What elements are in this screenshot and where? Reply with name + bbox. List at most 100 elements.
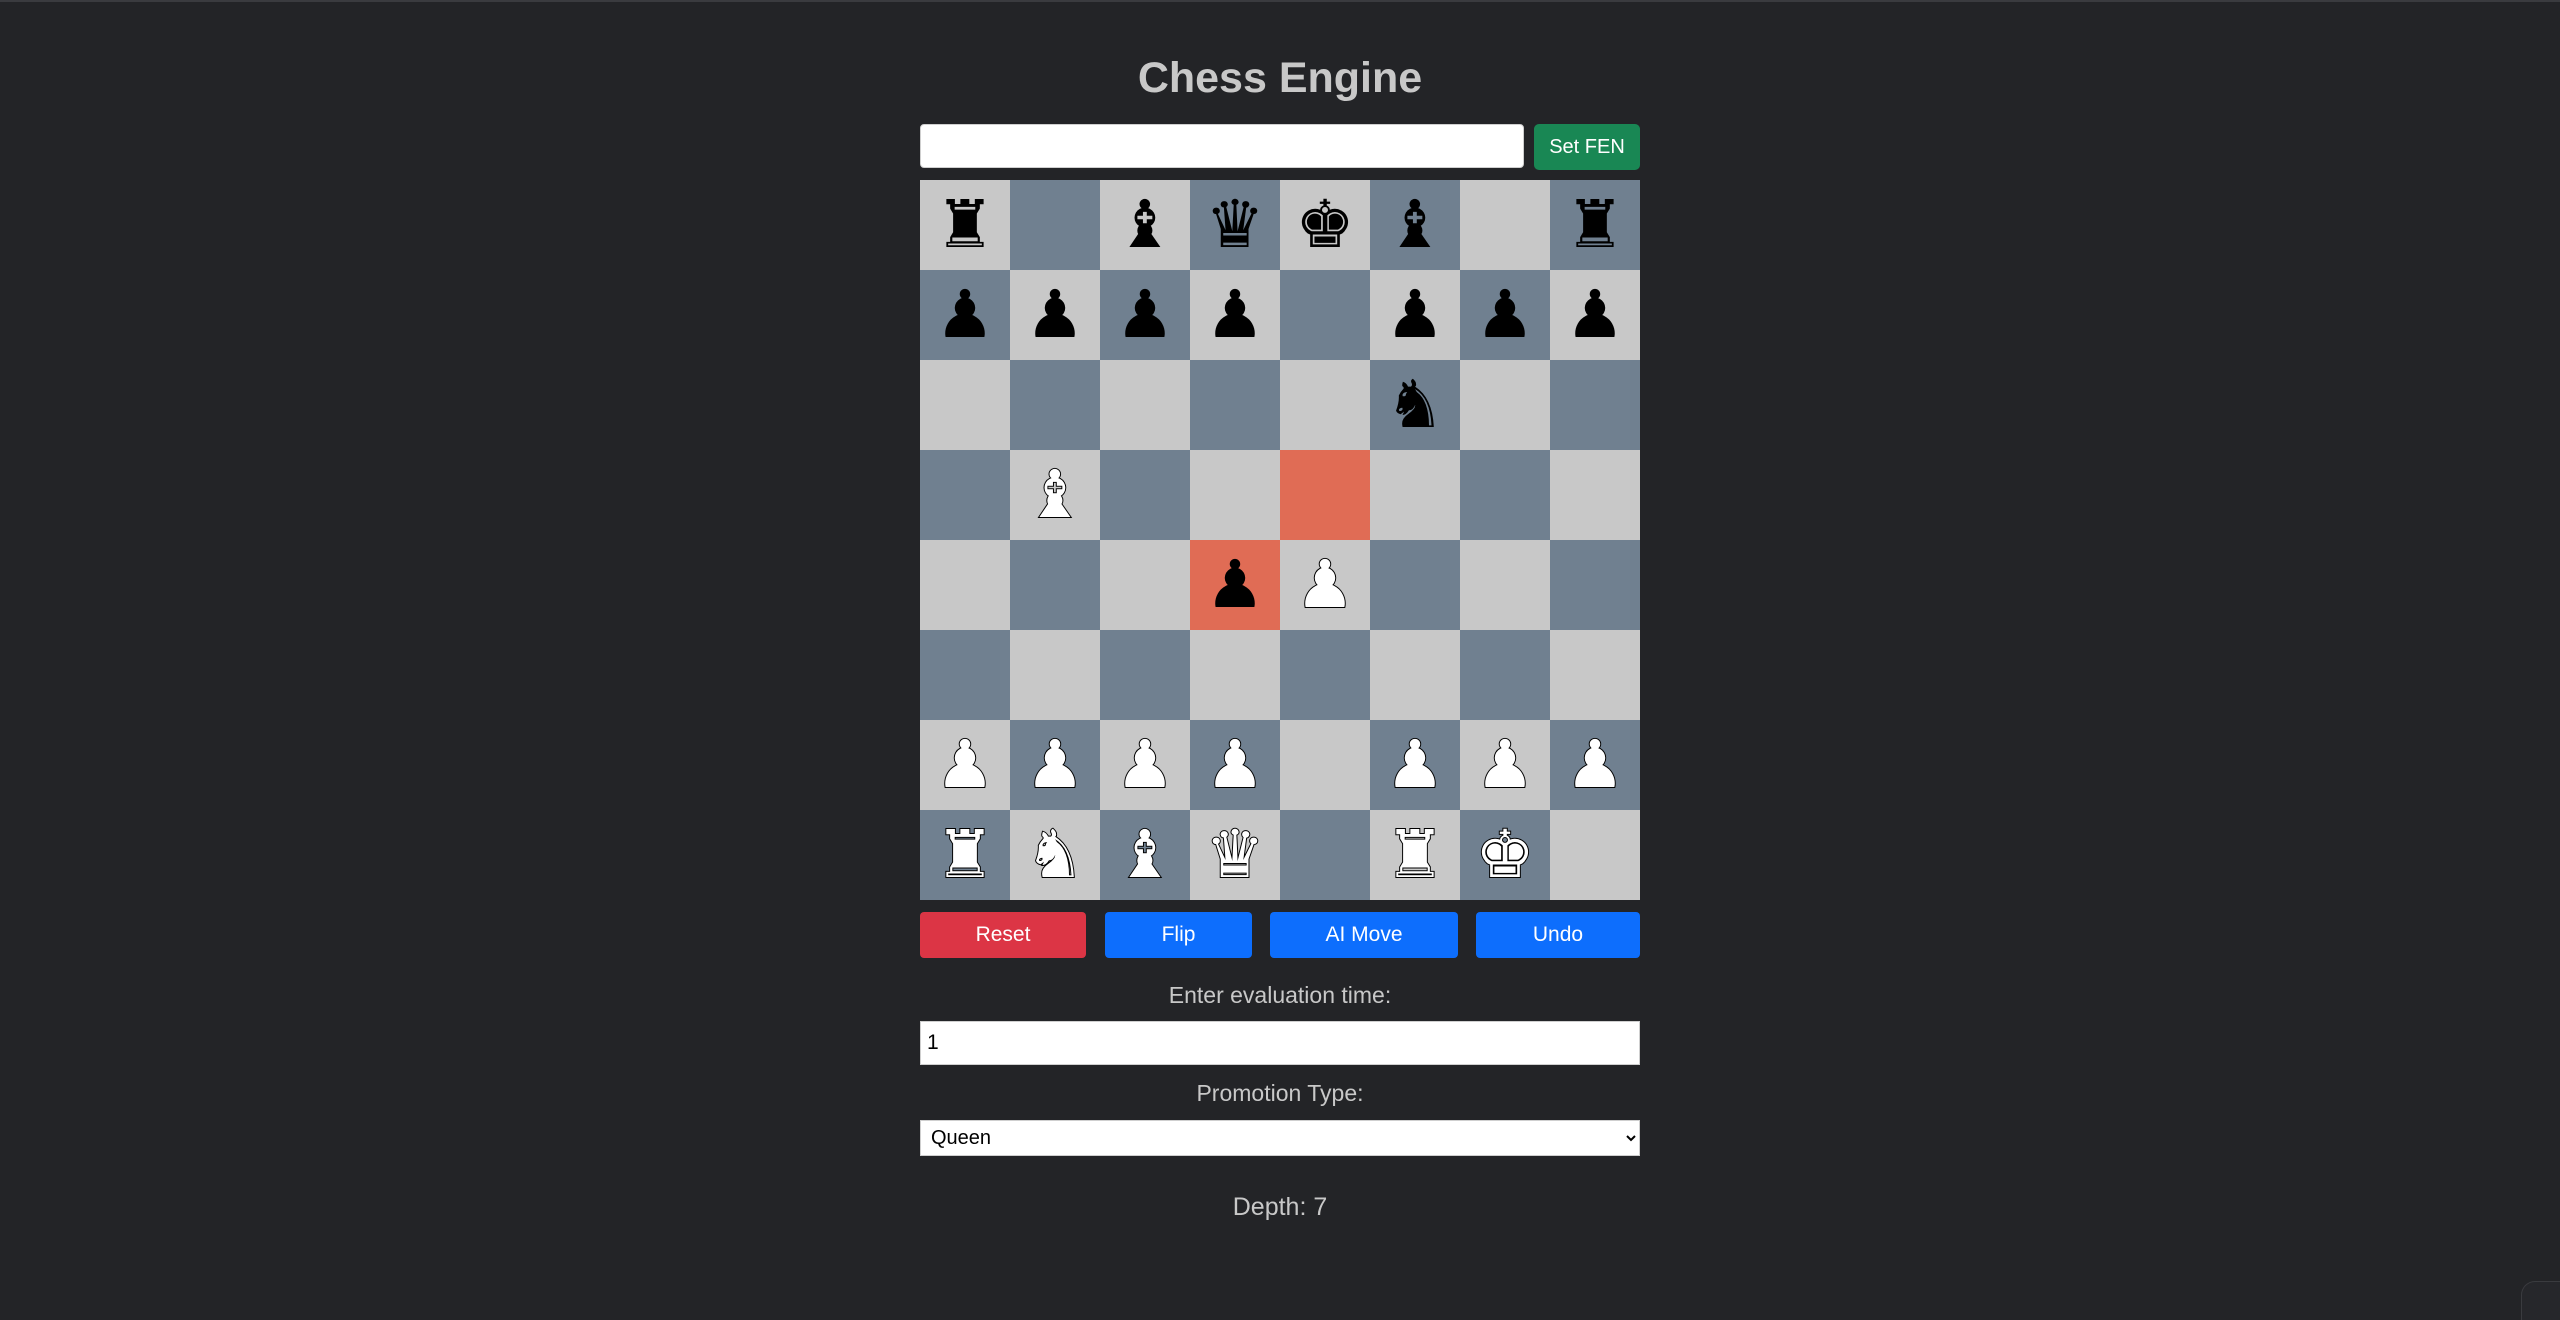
square-g6[interactable] — [1460, 360, 1550, 450]
square-g3[interactable] — [1460, 630, 1550, 720]
square-b1[interactable]: ♞ — [1010, 810, 1100, 900]
square-h5[interactable] — [1550, 450, 1640, 540]
square-b2[interactable]: ♟ — [1010, 720, 1100, 810]
square-b7[interactable]: ♟ — [1010, 270, 1100, 360]
white-pawn-icon[interactable]: ♟ — [934, 731, 995, 799]
ai-move-button[interactable]: AI Move — [1270, 912, 1458, 958]
fen-input[interactable] — [920, 124, 1524, 168]
square-c3[interactable] — [1100, 630, 1190, 720]
black-pawn-icon[interactable]: ♟ — [1205, 552, 1264, 618]
black-pawn-icon[interactable]: ♟ — [1565, 282, 1624, 348]
undo-button[interactable]: Undo — [1476, 912, 1640, 958]
square-e1[interactable] — [1280, 810, 1370, 900]
square-a4[interactable] — [920, 540, 1010, 630]
square-d8[interactable]: ♛ — [1190, 180, 1280, 270]
square-a5[interactable] — [920, 450, 1010, 540]
square-d3[interactable] — [1190, 630, 1280, 720]
square-e2[interactable] — [1280, 720, 1370, 810]
black-pawn-icon[interactable]: ♟ — [1205, 282, 1264, 348]
square-d2[interactable]: ♟ — [1190, 720, 1280, 810]
black-pawn-icon[interactable]: ♟ — [1475, 282, 1534, 348]
white-pawn-icon[interactable]: ♟ — [1294, 551, 1355, 619]
white-pawn-icon[interactable]: ♟ — [1024, 731, 1085, 799]
square-h8[interactable]: ♜ — [1550, 180, 1640, 270]
square-f6[interactable]: ♞ — [1370, 360, 1460, 450]
white-queen-icon[interactable]: ♛ — [1204, 821, 1265, 889]
square-f2[interactable]: ♟ — [1370, 720, 1460, 810]
black-knight-icon[interactable]: ♞ — [1385, 372, 1444, 438]
square-g1[interactable]: ♚ — [1460, 810, 1550, 900]
square-b4[interactable] — [1010, 540, 1100, 630]
square-g2[interactable]: ♟ — [1460, 720, 1550, 810]
square-f5[interactable] — [1370, 450, 1460, 540]
square-g4[interactable] — [1460, 540, 1550, 630]
black-pawn-icon[interactable]: ♟ — [1385, 282, 1444, 348]
square-e3[interactable] — [1280, 630, 1370, 720]
square-g7[interactable]: ♟ — [1460, 270, 1550, 360]
flip-button[interactable]: Flip — [1105, 912, 1252, 958]
black-pawn-icon[interactable]: ♟ — [935, 282, 994, 348]
black-pawn-icon[interactable]: ♟ — [1025, 282, 1084, 348]
square-b6[interactable] — [1010, 360, 1100, 450]
square-d4[interactable]: ♟ — [1190, 540, 1280, 630]
white-rook-icon[interactable]: ♜ — [934, 821, 995, 889]
square-b8[interactable] — [1010, 180, 1100, 270]
square-b5[interactable]: ♝ — [1010, 450, 1100, 540]
square-d7[interactable]: ♟ — [1190, 270, 1280, 360]
square-h7[interactable]: ♟ — [1550, 270, 1640, 360]
black-queen-icon[interactable]: ♛ — [1205, 192, 1264, 258]
square-a6[interactable] — [920, 360, 1010, 450]
square-b3[interactable] — [1010, 630, 1100, 720]
square-f1[interactable]: ♜ — [1370, 810, 1460, 900]
square-c7[interactable]: ♟ — [1100, 270, 1190, 360]
square-d6[interactable] — [1190, 360, 1280, 450]
square-e6[interactable] — [1280, 360, 1370, 450]
eval-time-input[interactable] — [920, 1021, 1640, 1065]
white-pawn-icon[interactable]: ♟ — [1474, 731, 1535, 799]
black-bishop-icon[interactable]: ♝ — [1385, 192, 1444, 258]
square-c2[interactable]: ♟ — [1100, 720, 1190, 810]
white-knight-icon[interactable]: ♞ — [1024, 821, 1085, 889]
promotion-type-select[interactable]: Queen — [920, 1120, 1640, 1156]
square-c4[interactable] — [1100, 540, 1190, 630]
square-h1[interactable] — [1550, 810, 1640, 900]
square-e7[interactable] — [1280, 270, 1370, 360]
square-f4[interactable] — [1370, 540, 1460, 630]
square-f8[interactable]: ♝ — [1370, 180, 1460, 270]
square-g8[interactable] — [1460, 180, 1550, 270]
square-a3[interactable] — [920, 630, 1010, 720]
square-d5[interactable] — [1190, 450, 1280, 540]
black-rook-icon[interactable]: ♜ — [1565, 192, 1624, 258]
square-c6[interactable] — [1100, 360, 1190, 450]
black-bishop-icon[interactable]: ♝ — [1115, 192, 1174, 258]
black-pawn-icon[interactable]: ♟ — [1115, 282, 1174, 348]
square-g5[interactable] — [1460, 450, 1550, 540]
square-h2[interactable]: ♟ — [1550, 720, 1640, 810]
square-h3[interactable] — [1550, 630, 1640, 720]
white-pawn-icon[interactable]: ♟ — [1384, 731, 1445, 799]
white-bishop-icon[interactable]: ♝ — [1114, 821, 1175, 889]
white-pawn-icon[interactable]: ♟ — [1204, 731, 1265, 799]
square-h4[interactable] — [1550, 540, 1640, 630]
square-a8[interactable]: ♜ — [920, 180, 1010, 270]
square-e8[interactable]: ♚ — [1280, 180, 1370, 270]
reset-button[interactable]: Reset — [920, 912, 1086, 958]
white-rook-icon[interactable]: ♜ — [1384, 821, 1445, 889]
square-f7[interactable]: ♟ — [1370, 270, 1460, 360]
square-c1[interactable]: ♝ — [1100, 810, 1190, 900]
square-a7[interactable]: ♟ — [920, 270, 1010, 360]
white-pawn-icon[interactable]: ♟ — [1114, 731, 1175, 799]
square-f3[interactable] — [1370, 630, 1460, 720]
square-a1[interactable]: ♜ — [920, 810, 1010, 900]
square-a2[interactable]: ♟ — [920, 720, 1010, 810]
square-e5[interactable] — [1280, 450, 1370, 540]
set-fen-button[interactable]: Set FEN — [1534, 124, 1640, 170]
black-king-icon[interactable]: ♚ — [1295, 192, 1354, 258]
square-e4[interactable]: ♟ — [1280, 540, 1370, 630]
white-pawn-icon[interactable]: ♟ — [1564, 731, 1625, 799]
square-h6[interactable] — [1550, 360, 1640, 450]
black-rook-icon[interactable]: ♜ — [935, 192, 994, 258]
square-c8[interactable]: ♝ — [1100, 180, 1190, 270]
white-king-icon[interactable]: ♚ — [1474, 821, 1535, 889]
square-c5[interactable] — [1100, 450, 1190, 540]
